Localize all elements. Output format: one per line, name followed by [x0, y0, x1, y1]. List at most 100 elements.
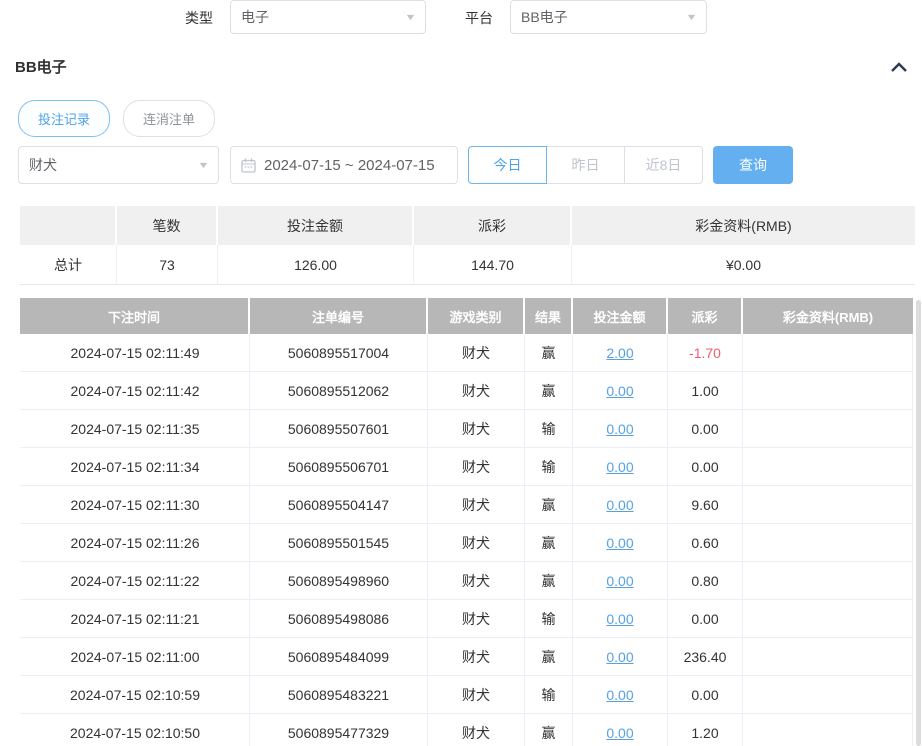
last-8-days-button[interactable]: 近8日: [624, 146, 703, 184]
game-type-cell: 财犬: [428, 600, 525, 638]
payout-cell: 0.00: [668, 410, 743, 448]
calendar-icon: [241, 158, 256, 173]
bet-time-cell: 2024-07-15 02:11:00: [20, 638, 250, 676]
platform-select[interactable]: BB电子 ▼: [510, 0, 707, 34]
order-id-cell: 5060895484099: [250, 638, 428, 676]
yesterday-button[interactable]: 昨日: [546, 146, 625, 184]
bonus-cell: [743, 600, 913, 638]
table-row: 2024-07-15 02:11:345060895506701财犬输0.000…: [20, 448, 913, 486]
summary-header-row: 笔数 投注金额 派彩 彩金资料(RMB): [20, 206, 915, 245]
order-id-cell: 5060895504147: [250, 486, 428, 524]
bet-amount-cell: 0.00: [573, 714, 668, 746]
bet-amount-link[interactable]: 0.00: [606, 573, 633, 589]
order-id-cell: 5060895477329: [250, 714, 428, 746]
tab-bet-records[interactable]: 投注记录: [18, 100, 110, 137]
result-cell: 赢: [525, 638, 573, 676]
game-type-cell: 财犬: [428, 486, 525, 524]
summary-count-value: 73: [117, 245, 218, 285]
bet-amount-cell: 0.00: [573, 410, 668, 448]
bet-time-cell: 2024-07-15 02:11:21: [20, 600, 250, 638]
chevron-down-icon: ▼: [404, 12, 416, 22]
date-range-input[interactable]: 2024-07-15 ~ 2024-07-15: [230, 146, 458, 184]
payout-cell: 0.60: [668, 524, 743, 562]
type-select[interactable]: 电子 ▼: [230, 0, 426, 34]
table-row: 2024-07-15 02:11:265060895501545财犬赢0.000…: [20, 524, 913, 562]
bonus-cell: [743, 562, 913, 600]
summary-total-row: 总计 73 126.00 144.70 ¥0.00: [20, 245, 915, 285]
filter-bar: 财犬 ▼ 2024-07-15 ~ 2024-07-15 今日 昨日 近8日: [0, 146, 922, 184]
bet-amount-link[interactable]: 0.00: [606, 687, 633, 703]
tab-cancelled-orders[interactable]: 连消注单: [123, 100, 215, 137]
page: 类型 电子 ▼ 平台 BB电子 ▼ BB电子 投注记录 连消注单 财犬 ▼: [0, 0, 922, 746]
bet-time-cell: 2024-07-15 02:10:50: [20, 714, 250, 746]
summary-table: 笔数 投注金额 派彩 彩金资料(RMB) 总计 73 126.00 144.70…: [20, 206, 915, 285]
table-row: 2024-07-15 02:11:355060895507601财犬输0.000…: [20, 410, 913, 448]
bet-time-cell: 2024-07-15 02:10:59: [20, 676, 250, 714]
bet-amount-link[interactable]: 0.00: [606, 649, 633, 665]
game-type-cell: 财犬: [428, 334, 525, 372]
order-id-cell: 5060895512062: [250, 372, 428, 410]
payout-cell: 9.60: [668, 486, 743, 524]
payout-cell: 236.40: [668, 638, 743, 676]
bet-amount-link[interactable]: 0.00: [606, 383, 633, 399]
game-type-cell: 财犬: [428, 410, 525, 448]
chevron-up-icon: [890, 60, 908, 74]
order-id-cell: 5060895498960: [250, 562, 428, 600]
summary-header-bet-amount: 投注金额: [218, 206, 414, 245]
bet-time-cell: 2024-07-15 02:11:34: [20, 448, 250, 486]
summary-header-count: 笔数: [117, 206, 218, 245]
query-button[interactable]: 查询: [713, 146, 793, 184]
records-table-body: 2024-07-15 02:11:495060895517004财犬赢2.00-…: [20, 334, 913, 746]
bet-amount-cell: 0.00: [573, 638, 668, 676]
header-result: 结果: [525, 298, 573, 334]
header-bet-amount: 投注金额: [573, 298, 668, 334]
bet-amount-link[interactable]: 0.00: [606, 725, 633, 741]
order-id-cell: 5060895498086: [250, 600, 428, 638]
result-cell: 输: [525, 676, 573, 714]
bet-amount-link[interactable]: 0.00: [606, 611, 633, 627]
date-range-value: 2024-07-15 ~ 2024-07-15: [264, 157, 435, 174]
scrollbar[interactable]: [916, 300, 921, 746]
bonus-cell: [743, 638, 913, 676]
order-id-cell: 5060895507601: [250, 410, 428, 448]
order-id-cell: 5060895483221: [250, 676, 428, 714]
payout-cell: 1.20: [668, 714, 743, 746]
order-id-cell: 5060895501545: [250, 524, 428, 562]
table-row: 2024-07-15 02:11:425060895512062财犬赢0.001…: [20, 372, 913, 410]
game-type-cell: 财犬: [428, 524, 525, 562]
bet-amount-cell: 0.00: [573, 486, 668, 524]
header-bet-time: 下注时间: [20, 298, 250, 334]
result-cell: 输: [525, 448, 573, 486]
payout-cell: 0.00: [668, 448, 743, 486]
result-cell: 赢: [525, 524, 573, 562]
bet-amount-link[interactable]: 0.00: [606, 535, 633, 551]
bet-amount-link[interactable]: 0.00: [606, 459, 633, 475]
today-button[interactable]: 今日: [468, 146, 547, 184]
bet-time-cell: 2024-07-15 02:11:42: [20, 372, 250, 410]
bet-amount-link[interactable]: 0.00: [606, 421, 633, 437]
type-label: 类型: [185, 8, 213, 28]
result-cell: 赢: [525, 334, 573, 372]
collapse-button[interactable]: [890, 60, 908, 74]
chevron-down-icon: ▼: [197, 160, 209, 170]
bonus-cell: [743, 524, 913, 562]
game-select[interactable]: 财犬 ▼: [18, 146, 219, 184]
bet-amount-cell: 2.00: [573, 334, 668, 372]
bet-amount-link[interactable]: 2.00: [606, 345, 633, 361]
summary-header-empty: [20, 206, 117, 245]
bonus-cell: [743, 714, 913, 746]
bet-time-cell: 2024-07-15 02:11:30: [20, 486, 250, 524]
bonus-cell: [743, 410, 913, 448]
order-id-cell: 5060895517004: [250, 334, 428, 372]
payout-cell: 0.00: [668, 676, 743, 714]
top-filter-bar: 类型 电子 ▼ 平台 BB电子 ▼: [0, 0, 922, 40]
section-header: BB电子: [15, 56, 908, 77]
result-cell: 赢: [525, 714, 573, 746]
game-type-cell: 财犬: [428, 714, 525, 746]
bonus-cell: [743, 372, 913, 410]
bet-time-cell: 2024-07-15 02:11:35: [20, 410, 250, 448]
bonus-cell: [743, 676, 913, 714]
table-row: 2024-07-15 02:11:495060895517004财犬赢2.00-…: [20, 334, 913, 372]
bet-amount-link[interactable]: 0.00: [606, 497, 633, 513]
game-type-cell: 财犬: [428, 372, 525, 410]
